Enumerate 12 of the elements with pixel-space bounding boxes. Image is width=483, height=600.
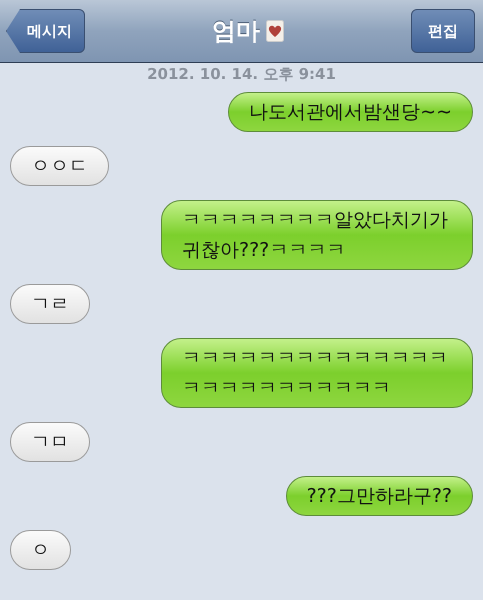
message-bubble: ㅋㅋㅋㅋㅋㅋㅋㅋㅋㅋㅋㅋㅋㅋㅋㅋㅋㅋㅋㅋㅋㅋㅋㅋㅋ — [161, 338, 473, 408]
message-bubble: ㅋㅋㅋㅋㅋㅋㅋㅋ알았다치기가귀찮아???ㅋㅋㅋㅋ — [161, 200, 473, 270]
message-bubble: ㅇ — [10, 530, 71, 570]
message-bubble: ㄱㅁ — [10, 422, 90, 462]
message-bubble: ㄱㄹ — [10, 284, 90, 324]
message-bubble: 나도서관에서밤샌당~~ — [228, 92, 473, 132]
edit-button[interactable]: 편집 — [411, 9, 475, 53]
timestamp: 2012. 10. 14. 오후 9:41 — [146, 65, 337, 84]
message-bubble: ㅇㅇㄷ — [10, 146, 109, 186]
back-button[interactable]: 메시지 — [6, 9, 85, 53]
message-bubble: ???그만하라구?? — [286, 476, 473, 516]
contact-name: 엄마 — [212, 16, 260, 47]
